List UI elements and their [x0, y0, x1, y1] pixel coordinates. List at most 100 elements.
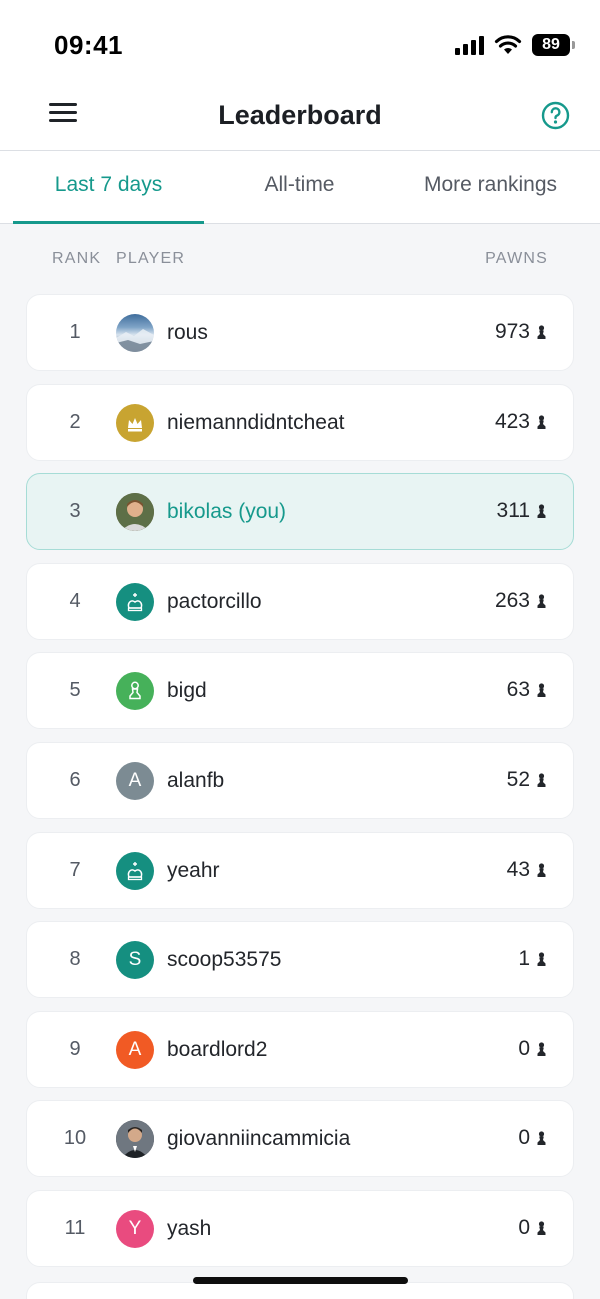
photo-person-icon — [116, 493, 154, 532]
tab-all-time[interactable]: All-time — [204, 151, 395, 223]
leaderboard-list: 1 rous 973 2 niemanndidntcheat 423 3 bik… — [26, 294, 574, 1280]
rank-column-header: RANK — [52, 250, 102, 267]
leaderboard-row[interactable]: 2 niemanndidntcheat 423 — [26, 383, 574, 461]
battery-indicator: 89 — [532, 34, 575, 56]
pawn-score: 311 — [497, 499, 547, 523]
pawn-count: 0 — [518, 1036, 530, 1060]
rank-number: 10 — [63, 1127, 87, 1150]
pawn-count: 63 — [506, 678, 530, 702]
player-name: bikolas (you) — [167, 500, 287, 524]
active-tab-indicator — [13, 221, 204, 224]
leaderboard-row[interactable]: 9 A boardlord2 0 — [26, 1010, 574, 1088]
page-title: Leaderboard — [218, 100, 382, 130]
pawn-count: 311 — [496, 499, 530, 523]
avatar — [116, 672, 154, 711]
pawn-icon — [537, 594, 546, 608]
pawn-score: 263 — [495, 589, 547, 613]
pawn-icon — [537, 414, 546, 429]
player-name: pactorcillo — [167, 589, 262, 613]
player-name: yeahr — [167, 858, 220, 882]
player-name: niemanndidntcheat — [167, 410, 345, 434]
player-name: giovanniincammicia — [167, 1127, 351, 1151]
avatar — [116, 1120, 154, 1159]
wifi-icon — [494, 35, 522, 54]
tab-more-rankings[interactable]: More rankings — [395, 151, 586, 223]
tab-last-7-days[interactable]: Last 7 days — [13, 151, 204, 223]
pawn-icon — [537, 952, 546, 967]
avatar: A — [116, 1030, 154, 1069]
pawns-column-header: PAWNS — [485, 250, 548, 267]
leaderboard-row-current-user[interactable]: 3 bikolas (you) 311 — [26, 473, 574, 551]
pawn-icon — [537, 683, 546, 698]
pawn-score: 43 — [507, 858, 547, 882]
pawn-score: 423 — [495, 410, 547, 434]
leaderboard-row-partial[interactable] — [26, 1282, 574, 1299]
pawn-count: 52 — [506, 767, 530, 791]
rank-number: 5 — [69, 679, 81, 702]
player-name: yash — [167, 1216, 212, 1240]
player-name: boardlord2 — [167, 1037, 268, 1061]
avatar: Y — [116, 1209, 154, 1248]
status-time: 09:41 — [54, 30, 123, 60]
rank-number: 11 — [64, 1216, 86, 1239]
leaderboard-row[interactable]: 1 rous 973 — [26, 294, 574, 371]
leaderboard-row[interactable]: 4 pactorcillo 263 — [26, 562, 574, 640]
pawn-count: 0 — [518, 1215, 530, 1239]
avatar — [116, 314, 154, 352]
king-icon — [127, 592, 143, 611]
pawn-score: 0 — [518, 1216, 547, 1240]
leaderboard-row[interactable]: 8 S scoop53575 1 — [26, 921, 574, 999]
pawn-icon — [537, 1042, 546, 1056]
rank-number: 6 — [69, 768, 81, 791]
pawn-icon — [537, 504, 546, 519]
leaderboard-row[interactable]: 5 bigd 63 — [26, 652, 574, 730]
pawn-icon — [537, 1131, 546, 1146]
list-header: RANK PLAYER PAWNS — [0, 250, 600, 274]
pawn-icon — [537, 773, 546, 787]
rank-number: 8 — [69, 948, 81, 971]
help-icon[interactable] — [541, 101, 570, 130]
rank-number: 4 — [69, 589, 81, 612]
pawn-icon — [537, 325, 546, 339]
rank-number: 9 — [69, 1037, 81, 1060]
pawn-score: 63 — [507, 678, 547, 702]
pawn-score: 0 — [518, 1037, 547, 1061]
king-icon — [127, 861, 143, 880]
pawn-count: 263 — [494, 588, 530, 612]
pawn-score: 0 — [518, 1126, 547, 1150]
rank-number: 3 — [69, 500, 81, 523]
navbar: Leaderboard — [0, 80, 600, 151]
pawn-count: 1 — [518, 947, 530, 971]
player-name: bigd — [167, 679, 207, 703]
leaderboard-row[interactable]: 10 giovanniincammicia 0 — [26, 1100, 574, 1178]
avatar — [116, 403, 154, 442]
pawn-count: 43 — [506, 857, 530, 881]
avatar: A — [116, 761, 154, 800]
pawn-icon — [129, 681, 141, 700]
player-name: rous — [167, 321, 208, 344]
avatar — [116, 582, 154, 621]
avatar — [116, 851, 154, 890]
photo-person-dark-icon — [116, 1120, 154, 1159]
pawn-icon — [537, 1221, 546, 1235]
leaderboard-row[interactable]: 11 Y yash 0 — [26, 1189, 574, 1267]
player-name: scoop53575 — [167, 948, 282, 972]
rank-number: 7 — [69, 858, 81, 881]
pawn-count: 0 — [518, 1126, 530, 1150]
rank-number: 1 — [69, 321, 81, 343]
avatar — [116, 493, 154, 532]
home-indicator[interactable] — [193, 1277, 408, 1284]
status-icons: 89 — [455, 34, 575, 56]
leaderboard-row[interactable]: 6 A alanfb 52 — [26, 741, 574, 819]
king-icon — [128, 417, 142, 432]
pawn-score: 973 — [495, 320, 547, 344]
photo-landscape-icon — [116, 329, 154, 352]
avatar: S — [116, 941, 154, 980]
pawn-score: 52 — [507, 768, 547, 792]
leaderboard-row[interactable]: 7 yeahr 43 — [26, 831, 574, 909]
player-name: alanfb — [167, 768, 225, 792]
pawn-icon — [537, 862, 546, 877]
player-column-header: PLAYER — [116, 250, 186, 267]
pawn-count: 423 — [494, 409, 530, 433]
tab-bar: Last 7 days All-time More rankings — [0, 151, 600, 224]
